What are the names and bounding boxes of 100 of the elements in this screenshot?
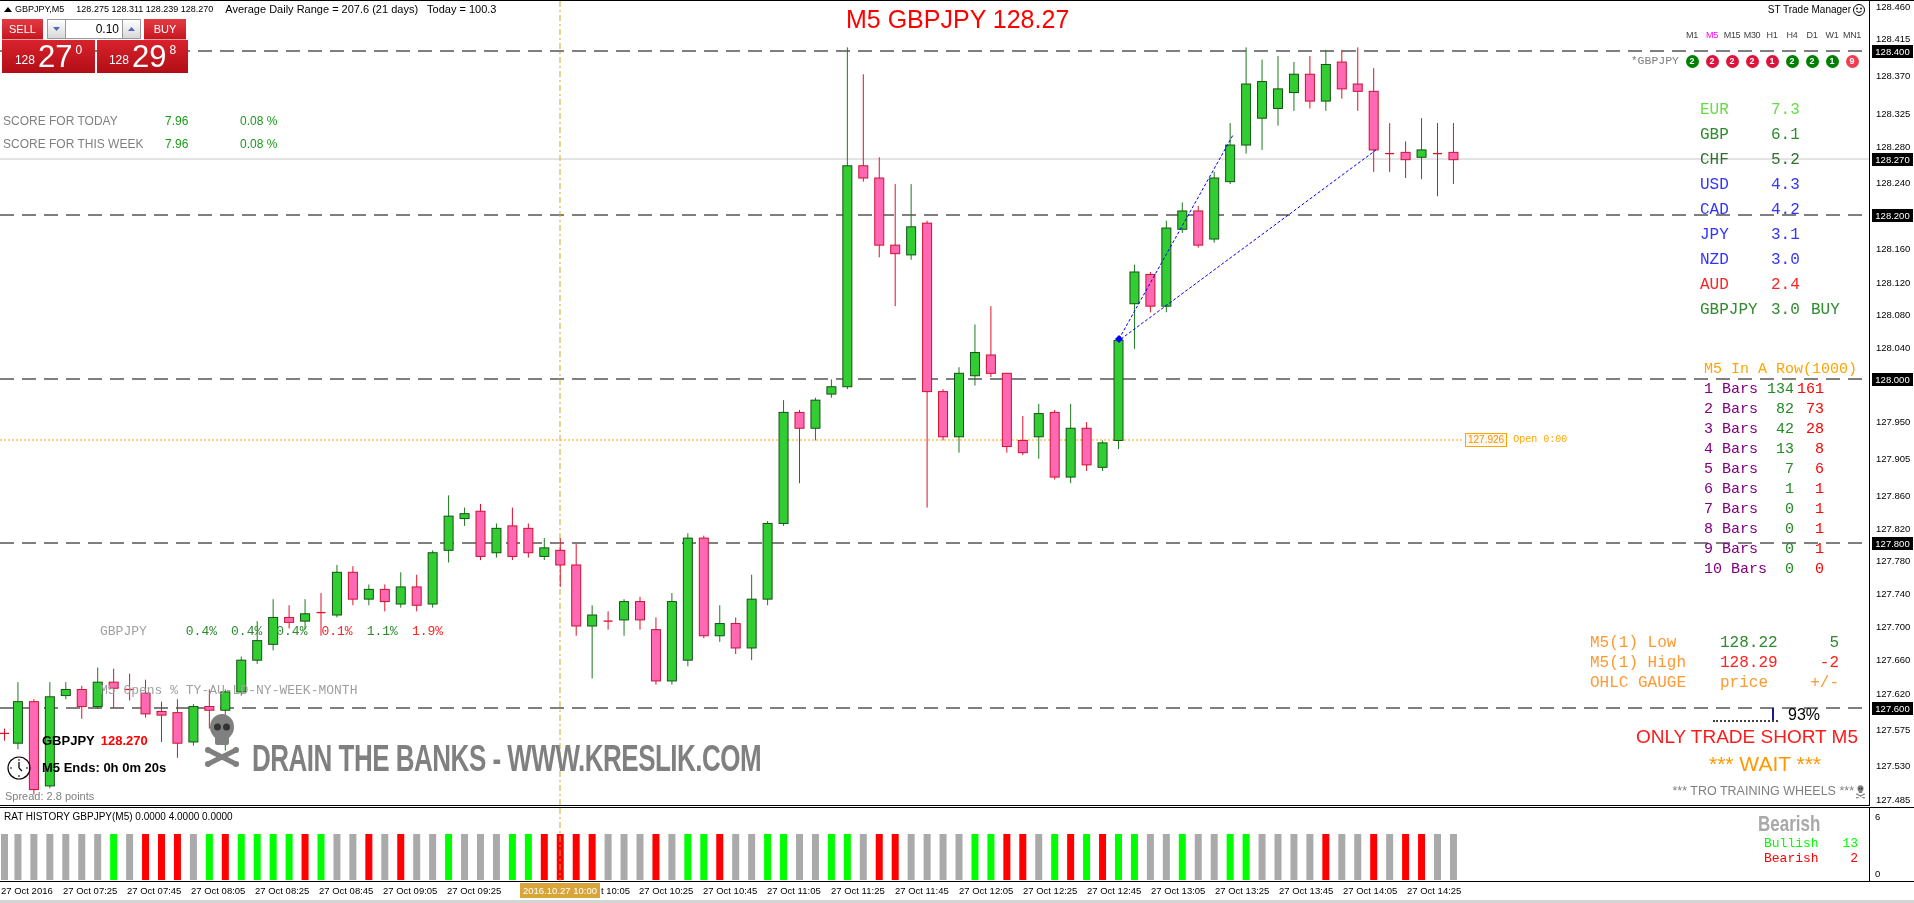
strength-value: 3.0 xyxy=(1771,250,1800,271)
time-label: 27 Oct 07:45 xyxy=(127,884,182,897)
currency-name: USD xyxy=(1700,175,1729,196)
time-label: 27 Oct 12:45 xyxy=(1087,884,1142,897)
price-label: 127.485 xyxy=(1876,794,1911,806)
streak-label: 9 Bars xyxy=(1704,540,1758,560)
time-label: 27 Oct 09:25 xyxy=(447,884,502,897)
price-label: 128.080 xyxy=(1876,309,1911,321)
bearish-count: 0 xyxy=(1815,560,1824,580)
sell-button[interactable]: SELL xyxy=(2,19,43,40)
time-label: 27 Oct 11:05 xyxy=(767,884,821,897)
price-label: 128.120 xyxy=(1876,277,1911,289)
timeframe-tab[interactable]: M1 xyxy=(1682,29,1702,41)
ohlc-change: +/- xyxy=(1810,673,1839,693)
indicator-axis-label: 6 xyxy=(1875,811,1881,823)
ohlc-price: price xyxy=(1720,673,1768,693)
price-label: 127.950 xyxy=(1876,416,1911,428)
time-label: 27 Oct 10:45 xyxy=(703,884,758,897)
time-label: 27 Oct 07:25 xyxy=(63,884,118,897)
buy-button[interactable]: BUY xyxy=(144,19,186,40)
lot-increase-button[interactable] xyxy=(122,19,141,39)
streak-label: 3 Bars xyxy=(1704,420,1758,440)
price-marker-label: 128.000 xyxy=(1872,373,1913,386)
ohlc-label: M5(1) Low xyxy=(1590,633,1677,653)
time-label: 27 Oct 12:05 xyxy=(959,884,1014,897)
bullish-count: 13 xyxy=(1776,440,1794,460)
skull-crossbones-icon xyxy=(204,714,240,768)
currency-name: AUD xyxy=(1700,275,1729,296)
price-label: 127.740 xyxy=(1876,588,1911,600)
sentiment-label: Bearish xyxy=(1764,851,1819,866)
lot-field[interactable]: 0.10 xyxy=(66,19,122,39)
time-label: 27 Oct 13:05 xyxy=(1151,884,1206,897)
session-open-value: 1.1% xyxy=(366,624,398,640)
timeframe-tab[interactable]: MN1 xyxy=(1842,29,1862,41)
spread-text: Spread: 2.8 points xyxy=(5,789,95,803)
bearish-count: 1 xyxy=(1815,480,1824,500)
time-label: 27 Oct 13:25 xyxy=(1215,884,1270,897)
time-label: 27 Oct 10:25 xyxy=(639,884,694,897)
session-symbol: GBPJPY xyxy=(100,624,147,640)
time-label: 27 Oct 14:05 xyxy=(1343,884,1398,897)
sentiment-heading: Bearish xyxy=(1758,811,1821,837)
trade-advice: ONLY TRADE SHORT M5 xyxy=(1635,726,1858,748)
currency-name: NZD xyxy=(1700,250,1729,271)
session-open-value: 0.1% xyxy=(321,624,353,640)
currency-name: CHF xyxy=(1700,150,1729,171)
bullish-count: 7 xyxy=(1785,460,1794,480)
bullish-count: 134 xyxy=(1767,380,1794,400)
smiley-icon xyxy=(1853,4,1865,16)
price-label: 128.040 xyxy=(1876,342,1911,354)
caret-up-icon[interactable] xyxy=(4,6,12,12)
streak-title: M5 In A Row(1000) xyxy=(1704,360,1858,380)
lot-decrease-button[interactable] xyxy=(47,19,66,39)
trend-line[interactable] xyxy=(1120,149,1377,340)
chart-title: M5 GBPJPY 128.27 xyxy=(846,6,1070,32)
bullish-count: 0 xyxy=(1785,520,1794,540)
score-label: SCORE FOR THIS WEEK xyxy=(3,137,144,152)
bearish-count: 1 xyxy=(1815,500,1824,520)
time-label: 27 Oct 12:25 xyxy=(1023,884,1078,897)
bearish-count: 1 xyxy=(1815,540,1824,560)
price-label: 128.370 xyxy=(1876,70,1911,82)
price-marker-label: 128.200 xyxy=(1872,209,1913,222)
time-label: 27 Oct 13:45 xyxy=(1279,884,1334,897)
strength-value: 7.3 xyxy=(1771,100,1800,121)
trend-line[interactable] xyxy=(1115,134,1234,343)
bullish-count: 42 xyxy=(1776,420,1794,440)
bearish-count: 73 xyxy=(1806,400,1824,420)
price-label: 127.780 xyxy=(1876,555,1911,567)
timeframe-tab[interactable]: W1 xyxy=(1822,29,1842,41)
strength-value: 4.3 xyxy=(1771,175,1800,196)
ohlc-label: OHLC GAUGE xyxy=(1590,673,1686,693)
strength-value: 6.1 xyxy=(1771,125,1800,146)
price-label: 127.660 xyxy=(1876,654,1911,666)
price-label: 128.460 xyxy=(1876,1,1911,13)
price-marker-label: 128.400 xyxy=(1872,45,1913,58)
bearish-count: 6 xyxy=(1815,460,1824,480)
price-marker-label: 128.270 xyxy=(1872,153,1913,166)
ohlc-label: M5(1) High xyxy=(1590,653,1686,673)
trend-symbol-label: *GBPJPY xyxy=(1630,54,1679,68)
timeframe-tab[interactable]: M30 xyxy=(1742,29,1762,41)
caret-down-icon xyxy=(53,27,60,31)
streak-label: 1 Bars xyxy=(1704,380,1758,400)
open-price-label: 127.926 xyxy=(1465,433,1508,447)
timeframe-tab[interactable]: M15 xyxy=(1722,29,1742,41)
time-label: 27 Oct 09:05 xyxy=(383,884,438,897)
streak-label: 2 Bars xyxy=(1704,400,1758,420)
symbol-label: GBPJPY,M5 xyxy=(15,3,65,15)
strength-value: 2.4 xyxy=(1771,275,1800,296)
sentiment-count: 2 xyxy=(1850,851,1858,866)
currency-name: EUR xyxy=(1700,100,1729,121)
timeframe-tab[interactable]: D1 xyxy=(1802,29,1822,41)
price-label: 128.280 xyxy=(1876,141,1911,153)
signal-label: BUY xyxy=(1811,300,1840,321)
timeframe-tab[interactable]: H4 xyxy=(1782,29,1802,41)
training-wheels-text: *** TRO TRAINING WHEELS *** xyxy=(1672,783,1854,799)
timeframe-tab[interactable]: H1 xyxy=(1762,29,1782,41)
score-points: 7.96 xyxy=(165,114,189,129)
ohlc-change: -2 xyxy=(1819,653,1839,673)
currency-name: CAD xyxy=(1700,200,1729,221)
price-label: 128.240 xyxy=(1876,177,1911,189)
price-label: 127.620 xyxy=(1876,688,1911,700)
